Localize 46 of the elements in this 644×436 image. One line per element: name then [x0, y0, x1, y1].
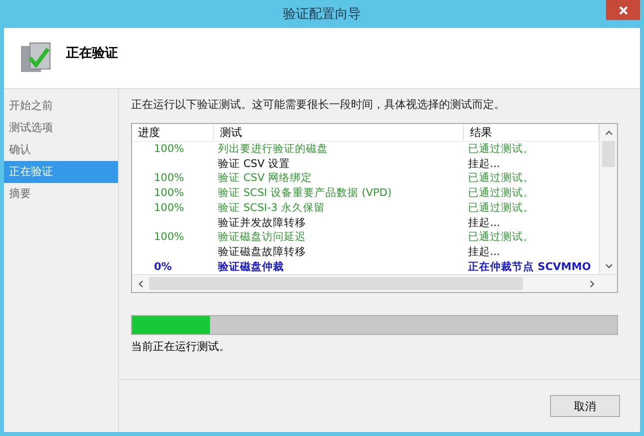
result-cell-text: 已通过测试。 — [467, 186, 535, 200]
scroll-down-icon[interactable] — [604, 262, 612, 270]
page-heading: 正在验证 — [66, 45, 118, 62]
test-cell-text: 验证磁盘仲裁 — [216, 260, 285, 274]
test-cell-text: 列出要进行验证的磁盘 — [217, 142, 329, 156]
close-icon — [618, 6, 628, 14]
test-cell-text: 验证 SCSI-3 永久保留 — [217, 200, 326, 215]
result-cell-text: 已通过测试。 — [467, 142, 535, 156]
intro-text: 正在运行以下验证测试。这可能需要很长一段时间，具体视选择的测试而定。 — [131, 97, 506, 112]
status-text: 当前正在运行测试。 — [131, 339, 231, 354]
sidebar-item[interactable]: 摘要 — [4, 183, 118, 205]
test-cell-text: 验证磁盘访问延迟 — [217, 230, 307, 244]
result-cell-text: 已通过测试。 — [467, 171, 535, 186]
close-button[interactable] — [606, 0, 640, 20]
scroll-thumb[interactable] — [602, 141, 615, 167]
progress-cell-text: 100% — [153, 187, 186, 200]
test-cell-text: 验证磁盘故障转移 — [217, 244, 307, 259]
sidebar-item[interactable]: 测试选项 — [4, 117, 118, 139]
test-cell-text: 验证并发故障转移 — [217, 216, 307, 230]
result-cell-text: 正在仲裁节点 SCVMMO — [467, 260, 592, 274]
scroll-left-icon[interactable] — [136, 280, 144, 288]
test-cell-text: 验证 CSV 设置 — [217, 156, 291, 171]
result-cell-text: 挂起... — [467, 156, 502, 171]
horizontal-scrollbar[interactable] — [132, 274, 617, 292]
result-cell-text: 挂起... — [467, 244, 502, 259]
result-cell-text: 挂起... — [467, 216, 502, 230]
progress-cell-text: 100% — [153, 202, 186, 214]
sidebar-item[interactable]: 开始之前 — [4, 95, 118, 117]
sidebar-item[interactable]: 正在验证 — [4, 161, 118, 183]
vertical-scrollbar[interactable] — [599, 124, 617, 274]
progress-cell-text: 100% — [153, 172, 186, 184]
test-cell-text: 验证 SCSI 设备重要产品数据 (VPD) — [217, 186, 393, 200]
scroll-up-icon[interactable] — [604, 128, 612, 136]
result-cell-text: 已通过测试。 — [467, 200, 535, 215]
sidebar-item[interactable]: 确认 — [4, 139, 118, 161]
test-cell-text: 验证 CSV 网络绑定 — [217, 171, 313, 186]
column-header[interactable]: 进度 — [132, 124, 214, 140]
progress-cell-text: 100% — [153, 231, 186, 244]
progress-cell-text: 0% — [153, 260, 173, 273]
scroll-right-icon[interactable] — [588, 280, 596, 288]
progress-cell-text: 100% — [153, 142, 186, 155]
scroll-thumb[interactable] — [149, 277, 523, 290]
window-title: 验证配置向导 — [283, 6, 361, 23]
column-header[interactable]: 测试 — [214, 124, 464, 140]
cancel-button[interactable]: 取消 — [550, 395, 620, 417]
result-cell-text: 已通过测试。 — [467, 230, 535, 244]
